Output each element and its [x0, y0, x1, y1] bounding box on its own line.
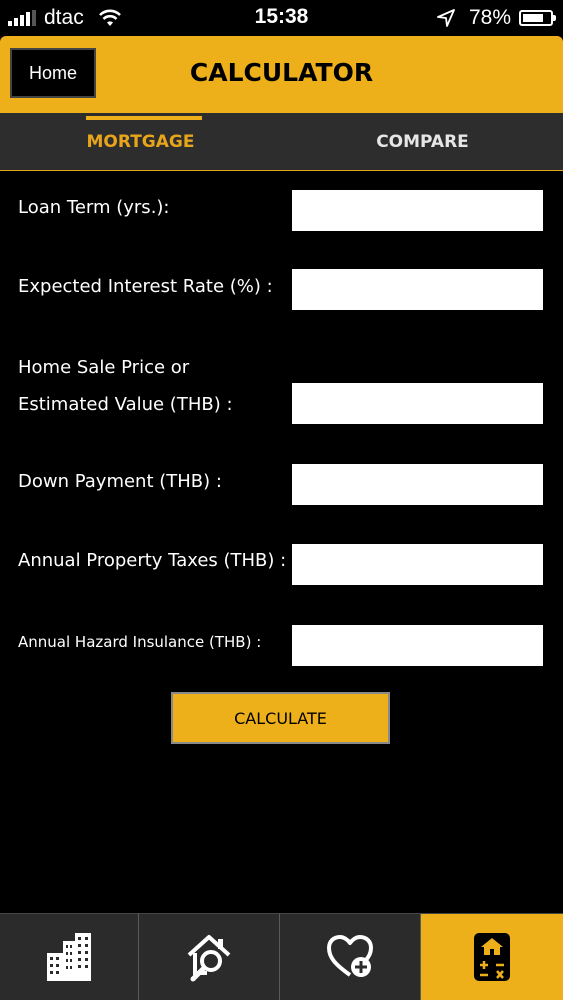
tabbar-item-favorites[interactable] — [280, 913, 421, 1000]
interest-rate-input[interactable] — [292, 269, 543, 310]
tabbar-item-buildings[interactable] — [0, 913, 139, 1000]
home-price-label-line1: Home Sale Price or — [18, 357, 190, 378]
app-header: Home CALCULATOR — [0, 36, 563, 113]
segment-tabs: MORTGAGE COMPARE — [0, 113, 563, 171]
hazard-insurance-input[interactable] — [292, 625, 543, 666]
tab-mortgage[interactable]: MORTGAGE — [0, 113, 281, 170]
calculate-button[interactable]: CALCULATE — [171, 692, 390, 744]
home-price-label-line2: Estimated Value (THB) : — [18, 394, 233, 415]
loan-term-label: Loan Term (yrs.): — [18, 197, 170, 218]
status-bar: dtac 15:38 78% — [0, 0, 563, 36]
down-payment-input[interactable] — [292, 464, 543, 505]
calculator-icon — [474, 933, 510, 981]
location-arrow-icon — [437, 9, 455, 27]
heart-add-icon — [327, 935, 373, 977]
home-price-input[interactable] — [292, 383, 543, 424]
battery-percent: 78% — [468, 6, 511, 29]
battery-fill — [523, 14, 544, 22]
buildings-icon — [47, 933, 91, 981]
battery-icon — [519, 10, 556, 26]
app-screen: dtac 15:38 78% Home CALCULATOR MORTGAGE … — [0, 0, 563, 1000]
bottom-tab-bar — [0, 913, 563, 1000]
interest-rate-label: Expected Interest Rate (%) : — [18, 276, 273, 297]
loan-term-input[interactable] — [292, 190, 543, 231]
hazard-insurance-label: Annual Hazard Insulance (THB) : — [18, 633, 262, 651]
status-right: 78% — [437, 6, 556, 30]
tab-compare[interactable]: COMPARE — [282, 113, 563, 170]
down-payment-label: Down Payment (THB) : — [18, 471, 222, 492]
property-taxes-label: Annual Property Taxes (THB) : — [18, 550, 287, 571]
tabbar-item-home-search[interactable] — [139, 913, 280, 1000]
tabbar-item-calculator[interactable] — [421, 913, 563, 1000]
page-title: CALCULATOR — [189, 58, 374, 87]
property-taxes-input[interactable] — [292, 544, 543, 585]
home-search-icon — [187, 935, 231, 982]
